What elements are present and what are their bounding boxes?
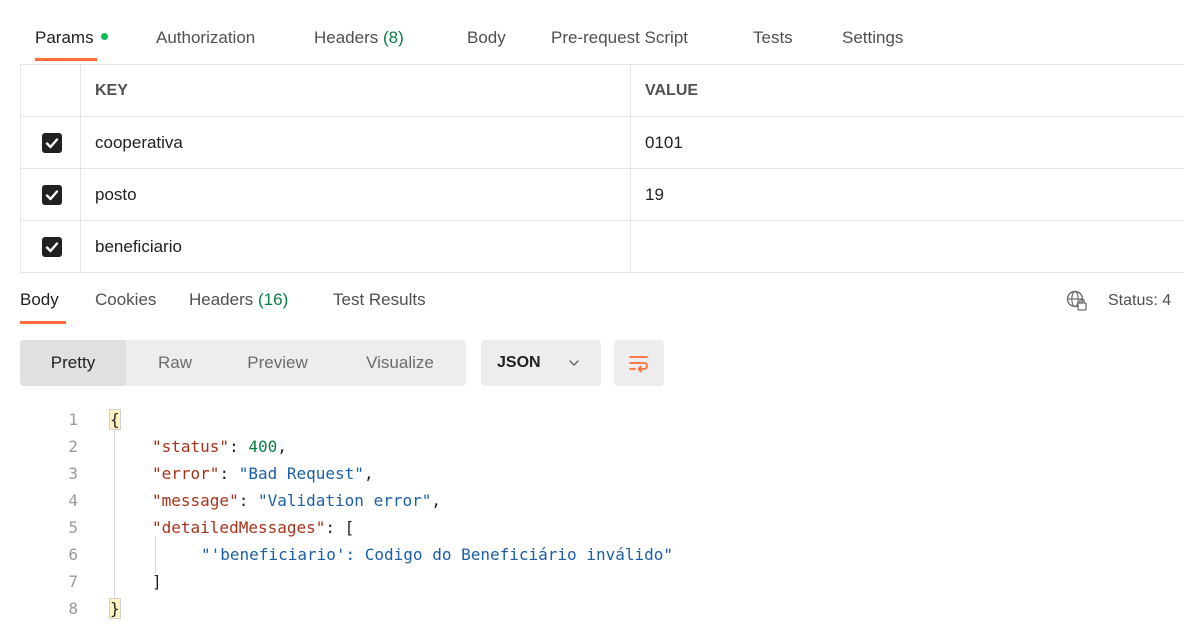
response-active-tab-indicator bbox=[20, 321, 66, 324]
param-value-cell[interactable]: 19 bbox=[631, 169, 1184, 220]
param-checkbox-cell bbox=[21, 169, 81, 220]
response-tab-body[interactable]: Body bbox=[20, 290, 59, 310]
code-line: 5 "detailedMessages": [ bbox=[0, 516, 1184, 540]
param-checkbox-cell bbox=[21, 117, 81, 168]
json-key: "error" bbox=[152, 464, 220, 483]
param-key-cell[interactable]: posto bbox=[81, 169, 631, 220]
param-checkbox[interactable] bbox=[42, 185, 62, 205]
view-mode-group: Pretty Raw Preview Visualize bbox=[20, 340, 466, 386]
param-row: beneficiario bbox=[21, 221, 1184, 273]
param-value-cell[interactable]: 0101 bbox=[631, 117, 1184, 168]
code-text: "detailedMessages": [ bbox=[152, 518, 355, 537]
tab-tests[interactable]: Tests bbox=[753, 28, 793, 48]
header-key-cell: KEY bbox=[81, 65, 631, 116]
params-table: KEY VALUE cooperativa 0101 posto 19 bene… bbox=[20, 64, 1184, 274]
globe-lock-icon[interactable] bbox=[1066, 290, 1088, 312]
param-key-cell[interactable]: beneficiario bbox=[81, 221, 631, 272]
json-string: "'beneficiario': Codigo do Beneficiário … bbox=[201, 545, 674, 564]
code-line: 1 { bbox=[0, 408, 1184, 432]
code-line: 7 ] bbox=[0, 570, 1184, 594]
params-header-row: KEY VALUE bbox=[21, 65, 1184, 117]
line-number: 6 bbox=[68, 545, 78, 564]
format-select[interactable]: JSON bbox=[481, 340, 601, 386]
close-brace: } bbox=[109, 598, 121, 619]
code-line: 3 "error": "Bad Request", bbox=[0, 462, 1184, 486]
json-key: "message" bbox=[152, 491, 239, 510]
param-key-cell[interactable]: cooperativa bbox=[81, 117, 631, 168]
param-value-cell[interactable] bbox=[631, 221, 1184, 272]
line-number: 1 bbox=[68, 410, 78, 429]
param-row: cooperativa 0101 bbox=[21, 117, 1184, 169]
wrap-lines-button[interactable] bbox=[614, 340, 664, 386]
line-number: 2 bbox=[68, 437, 78, 456]
open-brace: { bbox=[109, 409, 121, 430]
json-key: "detailedMessages" bbox=[152, 518, 326, 537]
header-checkbox-cell bbox=[21, 65, 81, 116]
header-value-cell: VALUE bbox=[631, 65, 1184, 116]
param-row: posto 19 bbox=[21, 169, 1184, 221]
response-tab-headers-label: Headers bbox=[189, 290, 254, 309]
json-key: "status" bbox=[152, 437, 230, 456]
param-checkbox-cell bbox=[21, 221, 81, 272]
code-text: { bbox=[109, 408, 121, 432]
tab-headers[interactable]: Headers (8) bbox=[314, 28, 404, 48]
format-select-value: JSON bbox=[497, 354, 541, 371]
check-icon bbox=[45, 242, 59, 253]
column-value-header: VALUE bbox=[645, 82, 699, 99]
code-line: 2 "status": 400, bbox=[0, 435, 1184, 459]
line-number: 8 bbox=[68, 599, 78, 618]
json-bracket: ] bbox=[152, 572, 162, 591]
line-number: 3 bbox=[68, 464, 78, 483]
params-modified-dot bbox=[100, 33, 108, 40]
param-key: posto bbox=[95, 185, 137, 204]
response-tab-headers-count: (16) bbox=[258, 290, 289, 309]
view-visualize-button[interactable]: Visualize bbox=[340, 340, 460, 386]
code-text: "message": "Validation error", bbox=[152, 491, 441, 510]
param-key: beneficiario bbox=[95, 237, 182, 256]
code-text: "status": 400, bbox=[152, 437, 287, 456]
tab-headers-count: (8) bbox=[383, 28, 404, 47]
tab-body[interactable]: Body bbox=[467, 28, 506, 48]
tab-params-label: Params bbox=[35, 28, 94, 47]
json-string: "Bad Request" bbox=[238, 464, 364, 483]
check-icon bbox=[45, 138, 59, 149]
tab-headers-label: Headers bbox=[314, 28, 379, 47]
code-line: 8 } bbox=[0, 597, 1184, 621]
response-tab-test-results[interactable]: Test Results bbox=[333, 290, 426, 310]
tab-settings[interactable]: Settings bbox=[842, 28, 903, 48]
response-tab-cookies[interactable]: Cookies bbox=[95, 290, 156, 310]
code-text: } bbox=[109, 597, 121, 621]
view-pretty-button[interactable]: Pretty bbox=[20, 340, 126, 386]
code-line: 6 "'beneficiario': Codigo do Beneficiári… bbox=[0, 543, 1184, 567]
param-checkbox[interactable] bbox=[42, 133, 62, 153]
tab-pre-request-script[interactable]: Pre-request Script bbox=[551, 28, 688, 48]
tab-params[interactable]: Params bbox=[35, 28, 108, 48]
response-tab-headers[interactable]: Headers (16) bbox=[189, 290, 288, 310]
code-line: 4 "message": "Validation error", bbox=[0, 489, 1184, 513]
request-tabs: Params Authorization Headers (8) Body Pr… bbox=[0, 0, 1184, 64]
param-checkbox[interactable] bbox=[42, 237, 62, 257]
view-raw-button[interactable]: Raw bbox=[130, 340, 220, 386]
json-bracket: [ bbox=[344, 518, 355, 537]
json-string: "Validation error" bbox=[257, 491, 432, 510]
code-text: "'beneficiario': Codigo do Beneficiário … bbox=[201, 543, 673, 567]
view-preview-button[interactable]: Preview bbox=[225, 340, 330, 386]
chevron-down-icon bbox=[569, 360, 579, 366]
code-text: ] bbox=[152, 570, 162, 594]
json-number: 400 bbox=[248, 437, 278, 456]
param-value: 0101 bbox=[645, 133, 683, 152]
code-text: "error": "Bad Request", bbox=[152, 464, 374, 483]
tab-authorization[interactable]: Authorization bbox=[156, 28, 255, 48]
wrap-lines-icon bbox=[629, 356, 648, 373]
active-tab-indicator bbox=[35, 58, 97, 61]
param-key: cooperativa bbox=[95, 133, 183, 152]
line-number: 7 bbox=[68, 572, 78, 591]
response-status: Status: 4 bbox=[1108, 292, 1172, 309]
check-icon bbox=[45, 190, 59, 201]
line-number: 4 bbox=[68, 491, 78, 510]
response-body-code[interactable]: 1 { 2 "status": 400, 3 "error": "Bad Req… bbox=[0, 402, 1184, 630]
line-number: 5 bbox=[68, 518, 78, 537]
column-key-header: KEY bbox=[95, 82, 128, 99]
param-value: 19 bbox=[645, 185, 664, 204]
